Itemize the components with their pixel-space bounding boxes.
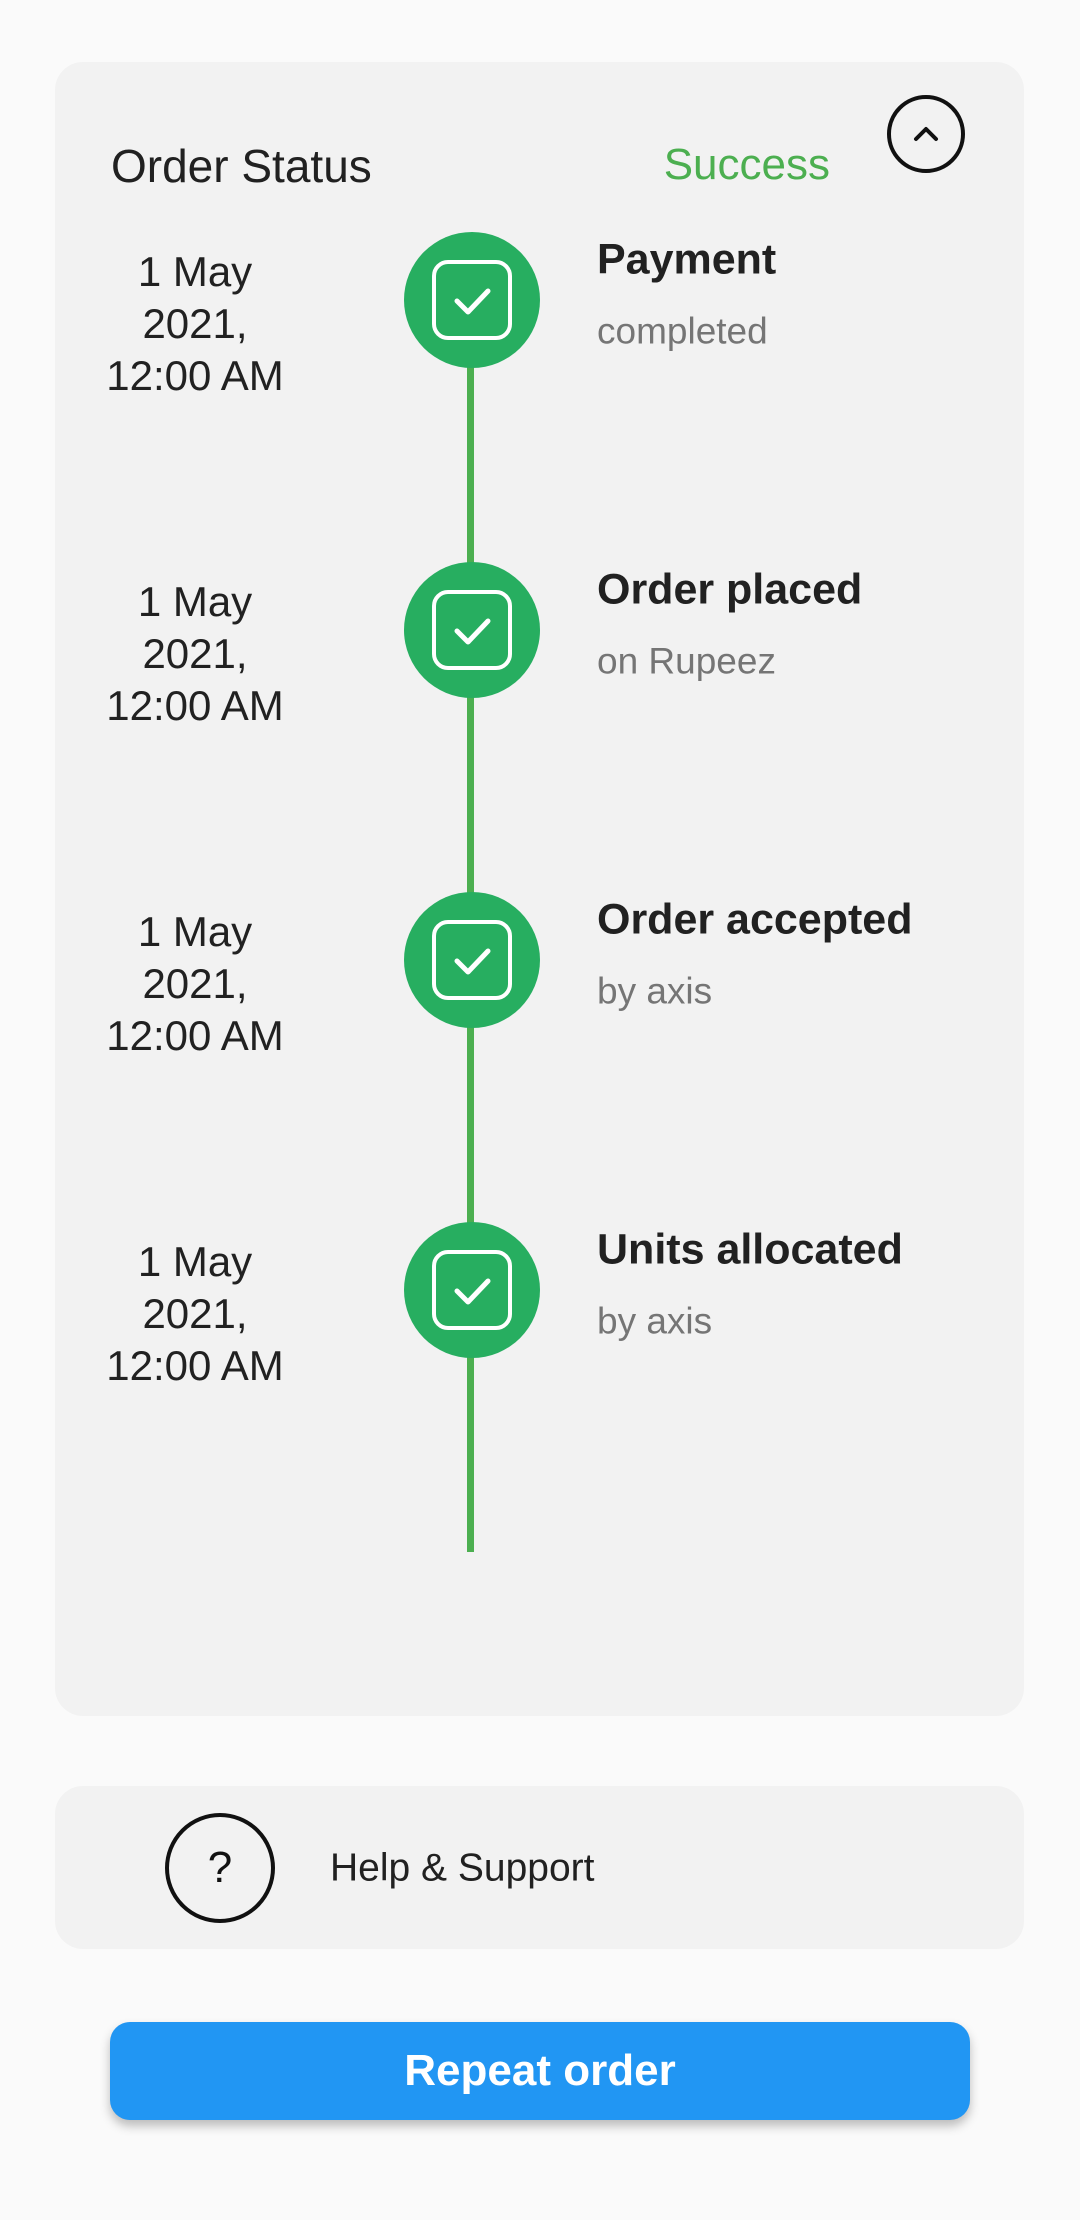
order-status-card: Order Status Success 1 May 2021, 12:00 A… <box>55 62 1024 1716</box>
check-square-icon <box>432 590 512 670</box>
step-date: 1 May 2021, 12:00 AM <box>106 1238 284 1389</box>
step-subtitle: by axis <box>597 1300 713 1342</box>
step-title: Payment <box>597 235 777 284</box>
repeat-order-button[interactable]: Repeat order <box>110 2022 970 2120</box>
step-badge <box>404 892 540 1028</box>
timeline-step-order-placed: 1 May 2021, 12:00 AM Order placed on Rup… <box>55 562 1024 729</box>
step-subtitle: completed <box>597 310 768 352</box>
collapse-button[interactable] <box>887 95 965 173</box>
step-title: Order placed <box>597 565 863 614</box>
step-badge <box>404 232 540 368</box>
step-title: Order accepted <box>597 895 913 944</box>
step-title: Units allocated <box>597 1225 903 1274</box>
question-icon: ? <box>165 1813 275 1923</box>
step-subtitle: by axis <box>597 970 713 1012</box>
timeline-step-order-accepted: 1 May 2021, 12:00 AM Order accepted by a… <box>55 892 1024 1059</box>
step-badge <box>404 1222 540 1358</box>
order-status-title: Order Status <box>111 140 372 192</box>
help-support-card[interactable]: ? Help & Support <box>55 1786 1024 1949</box>
timeline-step-payment: 1 May 2021, 12:00 AM Payment completed <box>55 232 1024 399</box>
step-date: 1 May 2021, 12:00 AM <box>106 908 284 1059</box>
chevron-up-icon <box>914 127 938 141</box>
order-status-value: Success <box>663 140 830 189</box>
check-square-icon <box>432 260 512 340</box>
step-badge <box>404 562 540 698</box>
help-support-label: Help & Support <box>330 1846 595 1890</box>
check-square-icon <box>432 920 512 1000</box>
step-subtitle: on Rupeez <box>597 640 776 682</box>
timeline-step-units-allocated: 1 May 2021, 12:00 AM Units allocated by … <box>55 1222 1024 1389</box>
step-date: 1 May 2021, 12:00 AM <box>106 578 284 729</box>
step-date: 1 May 2021, 12:00 AM <box>106 248 284 399</box>
check-square-icon <box>432 1250 512 1330</box>
